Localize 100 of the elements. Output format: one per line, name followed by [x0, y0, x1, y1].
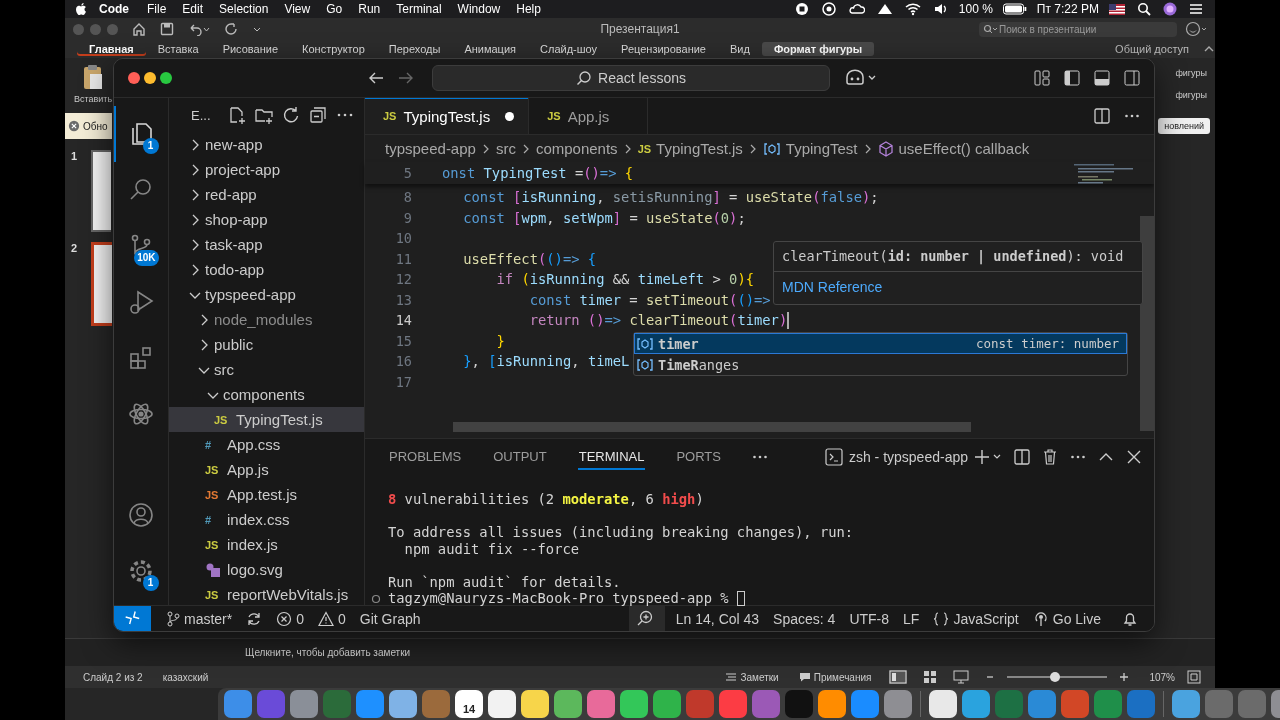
remote-button[interactable] — [114, 606, 151, 631]
git-graph-button[interactable]: Git Graph — [359, 610, 421, 627]
scrollbar[interactable] — [1140, 216, 1154, 431]
breadcrumb-item[interactable]: src — [495, 140, 516, 157]
go-live-button[interactable]: Go Live — [1032, 610, 1101, 627]
zoom-button[interactable] — [160, 72, 172, 84]
menu-item[interactable]: File — [147, 2, 167, 16]
clipboard-icon[interactable] — [82, 64, 104, 90]
tree-item[interactable]: components — [169, 382, 364, 407]
editor-tab[interactable]: JS TypingTest.js — [365, 98, 530, 134]
tree-item[interactable]: JS TypingTest.js — [169, 407, 364, 432]
siri-icon[interactable] — [1163, 2, 1177, 16]
zoom-in-icon[interactable] — [1119, 672, 1130, 682]
ribbon-tab[interactable]: Рецензирование — [609, 42, 718, 56]
volume-icon[interactable] — [932, 2, 949, 16]
record-icon[interactable] — [794, 2, 809, 16]
breadcrumb-item[interactable]: components — [535, 140, 618, 157]
menu-item[interactable]: Selection — [219, 2, 269, 16]
reference-link[interactable]: MDN Reference — [774, 272, 891, 304]
menu-item[interactable]: Run — [358, 2, 381, 16]
app-icon[interactable] — [620, 690, 648, 718]
tree-item[interactable]: JS App.js — [169, 457, 364, 482]
command-center[interactable]: React lessons — [432, 65, 830, 91]
fit-icon[interactable] — [1187, 670, 1201, 684]
tree-item[interactable]: new-app — [169, 132, 364, 157]
ribbon-tab[interactable]: Анимация — [452, 42, 528, 56]
ribbon-tab[interactable]: Переходы — [376, 42, 453, 56]
tree-item[interactable]: JS reportWebVitals.js — [169, 582, 364, 605]
share-button[interactable]: Общий доступ — [1115, 43, 1189, 55]
battery-icon[interactable] — [1002, 3, 1027, 15]
bell-icon[interactable] — [1122, 610, 1138, 627]
home-icon[interactable] — [132, 22, 146, 36]
smiley-icon[interactable] — [1185, 21, 1209, 37]
suggestion-item[interactable]: TimeRanges — [634, 354, 1127, 375]
notes-button[interactable]: Заметки — [719, 671, 785, 683]
refresh-icon[interactable] — [281, 106, 300, 124]
tree-item[interactable]: typspeed-app — [169, 282, 364, 307]
status-icon[interactable] — [820, 2, 837, 16]
menu-item[interactable]: Go — [326, 2, 343, 16]
ribbon-tab[interactable]: Рисование — [210, 42, 291, 56]
mountain-icon[interactable] — [876, 2, 893, 16]
minimize-button[interactable] — [144, 72, 156, 84]
zoom-icon[interactable] — [628, 606, 665, 631]
trash-icon[interactable] — [1042, 448, 1058, 465]
search-field[interactable]: Поиск в презентации — [999, 23, 1159, 35]
cloud-icon[interactable] — [848, 2, 865, 16]
app-icon[interactable] — [653, 690, 681, 718]
tree-item[interactable]: public — [169, 332, 364, 357]
normal-view-icon[interactable] — [889, 670, 908, 684]
chevron-up-icon[interactable] — [1203, 44, 1215, 54]
app-icon[interactable] — [521, 690, 549, 718]
search-icon[interactable] — [1137, 2, 1151, 16]
panel-tab[interactable]: OUTPUT — [492, 445, 548, 468]
tree-item[interactable]: project-app — [169, 157, 364, 182]
editor-tab[interactable]: JS App.js — [529, 98, 649, 134]
save-icon[interactable] — [160, 22, 174, 36]
panel-tab[interactable]: PORTS — [675, 445, 722, 468]
grid-view-icon[interactable] — [923, 670, 938, 684]
split-editor-icon[interactable] — [1094, 108, 1110, 124]
language-label[interactable]: казахский — [162, 671, 209, 683]
breadcrumb-item[interactable]: JS TypingTest.js — [637, 140, 743, 157]
app-icon[interactable]: 14 — [455, 690, 483, 718]
tree-item[interactable]: task-app — [169, 232, 364, 257]
toggle-secondary-sidebar-icon[interactable] — [1124, 70, 1140, 86]
app-icon[interactable] — [554, 690, 582, 718]
branch-indicator[interactable]: master* — [166, 610, 233, 627]
toggle-sidebar-icon[interactable] — [1064, 70, 1080, 86]
language-mode[interactable]: JavaScript — [933, 610, 1019, 627]
tree-item[interactable]: shop-app — [169, 207, 364, 232]
zoom-slider[interactable] — [1007, 671, 1108, 683]
forward-arrow-icon[interactable] — [398, 71, 414, 85]
search-box[interactable]: Поиск в презентации — [979, 21, 1177, 37]
menubar-clock[interactable]: Пт 7:22 PM — [1036, 2, 1099, 16]
ribbon-tab[interactable]: Слайд-шоу — [528, 42, 610, 56]
new-folder-icon[interactable] — [254, 106, 273, 124]
toggle-panel-icon[interactable] — [1094, 70, 1110, 86]
app-name[interactable]: Code — [99, 2, 129, 16]
line-ending-indicator[interactable]: LF — [903, 610, 920, 627]
ribbon-tab[interactable]: Вставка — [145, 42, 211, 56]
panel-tab[interactable]: PROBLEMS — [388, 445, 463, 468]
slide-thumbnail[interactable] — [91, 242, 112, 326]
folder-icon[interactable] — [1172, 690, 1200, 718]
tree-item[interactable]: src — [169, 357, 364, 382]
update-button[interactable]: новлений — [1158, 118, 1210, 134]
close-icon[interactable] — [1126, 448, 1142, 465]
cursor-position[interactable]: Ln 14, Col 43 — [675, 610, 760, 627]
tree-item[interactable]: # App.css — [169, 432, 364, 457]
apple-icon[interactable] — [75, 2, 87, 16]
flag-icon[interactable] — [1109, 3, 1125, 15]
tree-item[interactable]: # index.css — [169, 507, 364, 532]
paste-label[interactable]: Вставить — [73, 94, 113, 104]
ribbon-tab[interactable]: Вид — [718, 42, 762, 56]
indentation-indicator[interactable]: Spaces: 4 — [773, 610, 836, 627]
source-control-tab[interactable]: 10K — [114, 218, 169, 274]
back-arrow-icon[interactable] — [368, 71, 384, 85]
settings-button[interactable]: 1 — [114, 543, 169, 599]
ribbon-dropdown[interactable]: фигуры — [1175, 68, 1207, 78]
close-icon[interactable] — [68, 120, 80, 132]
tree-item[interactable]: node_modules — [169, 307, 364, 332]
wifi-icon[interactable] — [904, 2, 921, 16]
